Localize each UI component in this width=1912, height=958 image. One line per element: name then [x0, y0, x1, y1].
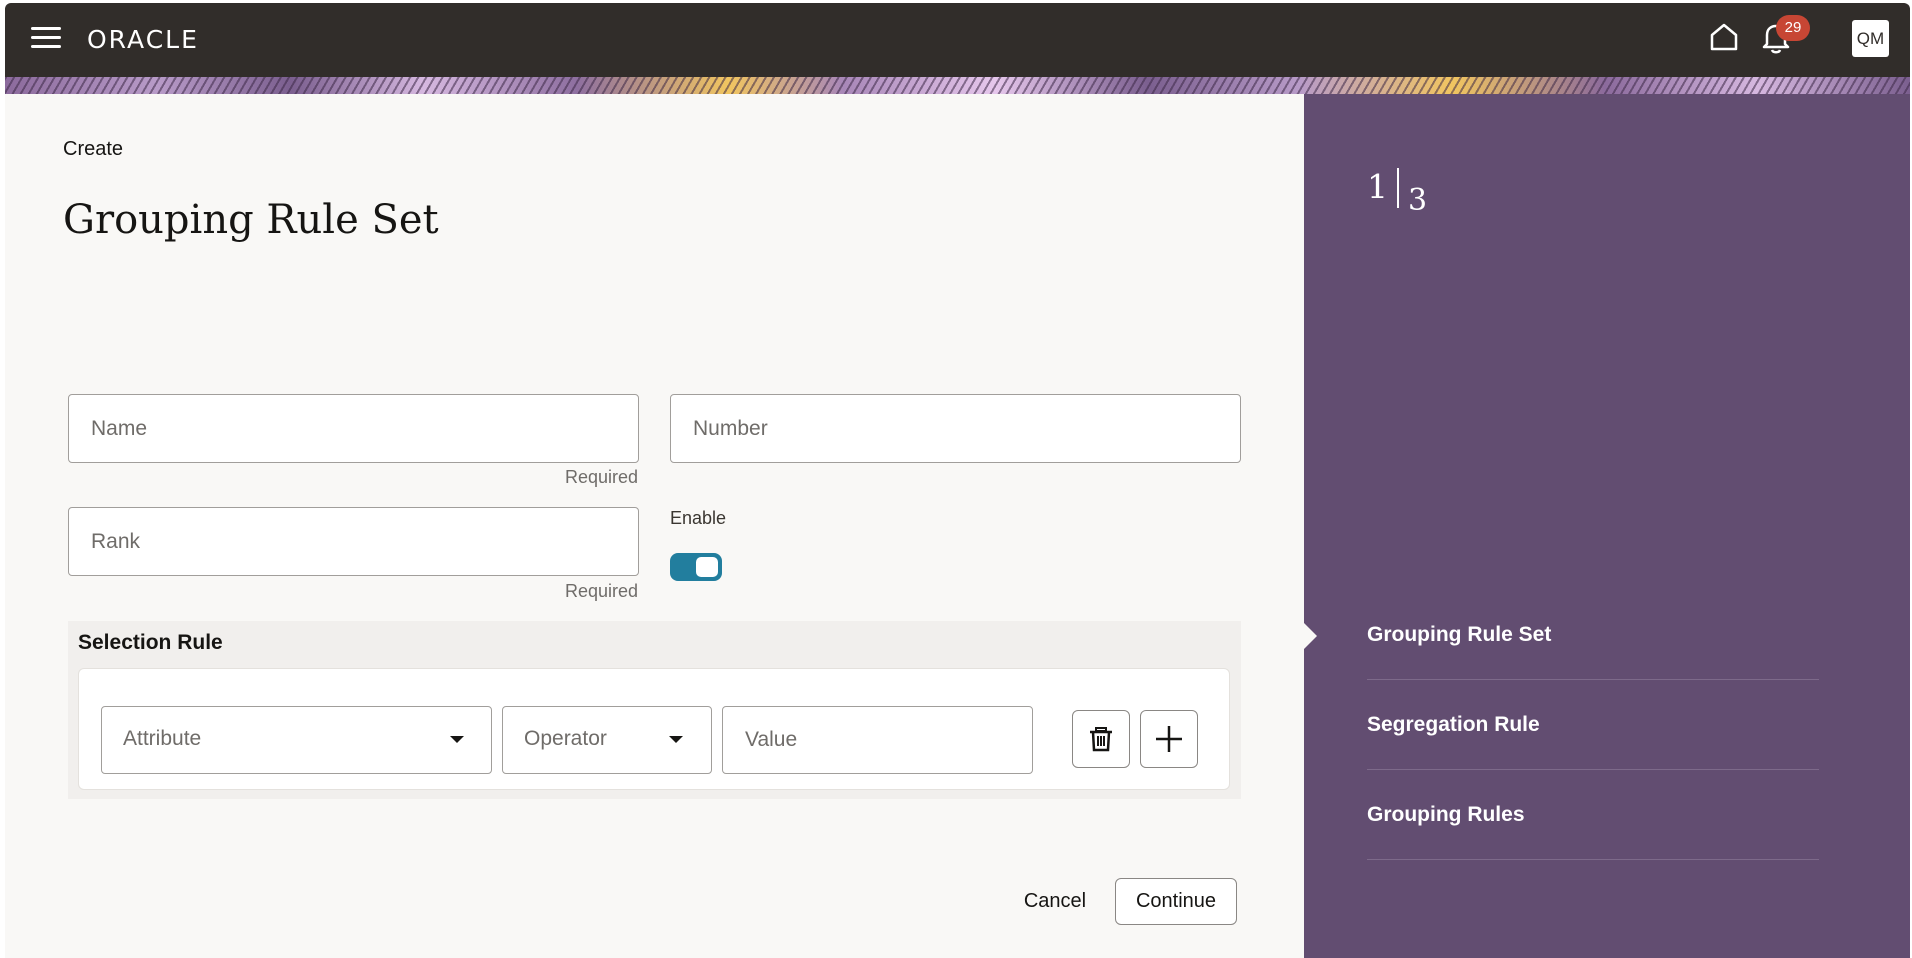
rank-required-hint: Required	[565, 581, 639, 601]
current-step-number: 1	[1367, 167, 1388, 206]
operator-placeholder: Operator	[524, 727, 607, 750]
continue-button[interactable]: Continue	[1115, 878, 1237, 925]
plus-icon	[1156, 726, 1182, 752]
rank-field[interactable]	[68, 507, 639, 576]
train-step-label: Grouping Rule Set	[1367, 623, 1552, 646]
value-field[interactable]	[722, 706, 1033, 774]
decorative-banner	[5, 77, 1910, 94]
name-field[interactable]	[68, 394, 639, 463]
user-avatar[interactable]: QM	[1852, 20, 1889, 57]
attribute-dropdown[interactable]: Attribute	[101, 706, 492, 774]
enable-toggle[interactable]	[670, 553, 722, 581]
name-required-hint: Required	[565, 467, 639, 487]
active-step-pointer	[1304, 623, 1317, 649]
rank-input[interactable]	[69, 508, 638, 575]
total-steps-number: 3	[1408, 183, 1428, 218]
toggle-knob	[696, 557, 718, 577]
train-step-grouping-rules[interactable]: Grouping Rules	[1367, 770, 1819, 860]
chevron-down-icon	[669, 736, 683, 743]
trash-icon	[1090, 727, 1112, 752]
cancel-button[interactable]: Cancel	[1016, 878, 1094, 925]
step-divider	[1397, 168, 1399, 208]
breadcrumb: Create	[63, 138, 124, 160]
page-title: Grouping Rule Set	[63, 197, 439, 243]
train-step-grouping-rule-set[interactable]: Grouping Rule Set	[1367, 590, 1819, 680]
value-input[interactable]	[723, 707, 1032, 773]
oracle-logo: ORACLE	[87, 25, 199, 54]
enable-label: Enable	[670, 508, 727, 528]
selection-rule-card: Attribute Operator	[78, 668, 1230, 790]
name-input[interactable]	[69, 395, 638, 462]
number-field[interactable]	[670, 394, 1241, 463]
selection-rule-section: Selection Rule Attribute Operator	[68, 621, 1241, 799]
number-input[interactable]	[671, 395, 1240, 462]
add-rule-button[interactable]	[1140, 710, 1198, 768]
attribute-placeholder: Attribute	[123, 727, 202, 750]
selection-rule-title: Selection Rule	[78, 631, 223, 654]
notification-badge: 29	[1776, 15, 1810, 41]
train-step-label: Segregation Rule	[1367, 713, 1540, 736]
delete-button[interactable]	[1072, 710, 1130, 768]
top-header: ORACLE	[5, 3, 1910, 77]
operator-dropdown[interactable]: Operator	[502, 706, 712, 774]
menu-icon[interactable]	[31, 27, 61, 51]
home-icon[interactable]	[1709, 22, 1739, 52]
train-step-segregation-rule[interactable]: Segregation Rule	[1367, 680, 1819, 770]
chevron-down-icon	[450, 736, 464, 743]
train-step-label: Grouping Rules	[1367, 803, 1525, 826]
